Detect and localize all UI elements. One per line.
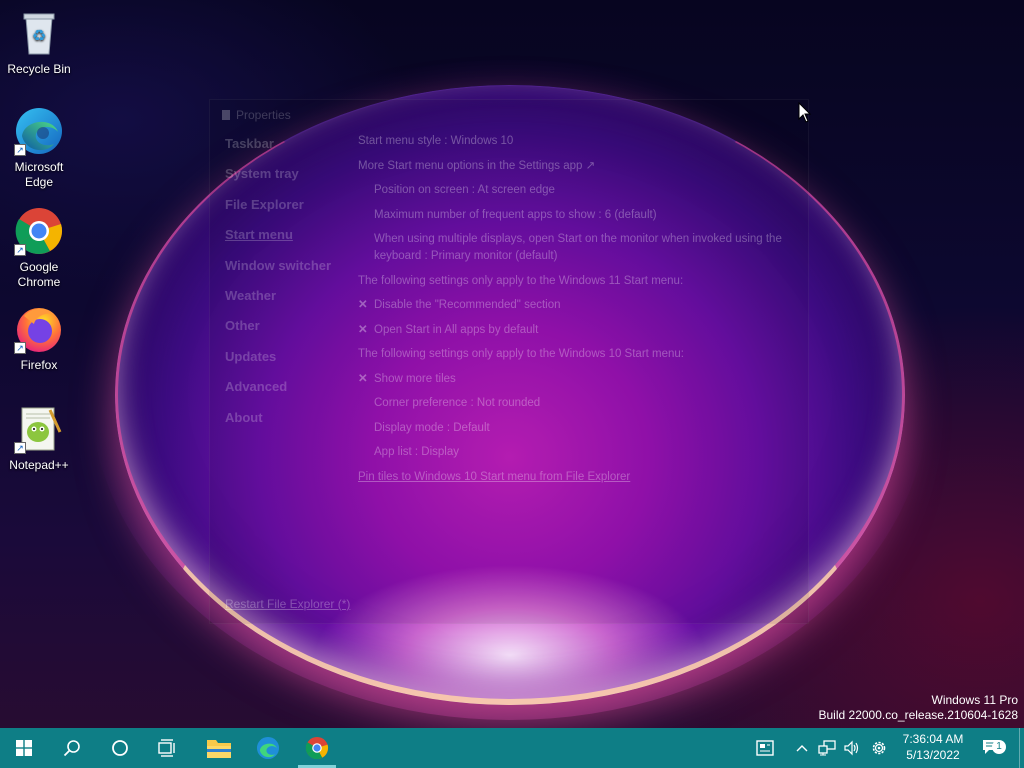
setting-start-menu-style[interactable]: Start menu style : Windows 10 — [358, 133, 798, 150]
desktop-icon-label: Notepad++ — [9, 458, 69, 472]
setting-corner-preference[interactable]: Corner preference : Not rounded — [358, 395, 798, 412]
edge-icon — [256, 736, 280, 760]
desktop-icon-label: Firefox — [20, 358, 58, 372]
nav-item-taskbar[interactable]: Taskbar — [225, 136, 345, 166]
desktop-icon-label: Microsoft Edge — [14, 160, 64, 189]
watermark-build: Build 22000.co_release.210604-1628 — [818, 708, 1019, 722]
desktop-icon-google-chrome[interactable]: ↗ Google Chrome — [0, 206, 78, 290]
desktop-icon-recycle-bin[interactable]: ♻ Recycle Bin — [0, 8, 78, 77]
nav-item-window-switcher[interactable]: Window switcher — [225, 258, 345, 288]
nav-item-weather[interactable]: Weather — [225, 288, 345, 318]
win10-section-header: The following settings only apply to the… — [358, 348, 685, 360]
task-view-icon — [158, 739, 175, 757]
speaker-icon — [844, 740, 859, 756]
setting-position[interactable]: Position on screen : At screen edge — [358, 182, 798, 199]
setting-disable-recommended[interactable]: ✕ Disable the "Recommended" section — [358, 297, 798, 314]
mouse-cursor-icon — [798, 102, 812, 123]
desktop-icon-label: Google Chrome — [17, 260, 61, 289]
chrome-icon: ↗ — [14, 206, 64, 256]
folder-icon — [207, 740, 231, 758]
properties-nav: Taskbar System tray File Explorer Start … — [225, 136, 345, 440]
setting-max-frequent[interactable]: Maximum number of frequent apps to show … — [358, 207, 798, 224]
nav-item-updates[interactable]: Updates — [225, 349, 345, 379]
nav-item-file-explorer[interactable]: File Explorer — [225, 197, 345, 227]
chrome-icon — [305, 736, 329, 760]
clock[interactable]: 7:36:04 AM 5/13/2022 — [900, 731, 966, 763]
nav-item-advanced[interactable]: Advanced — [225, 379, 345, 409]
setting-open-all-apps[interactable]: ✕ Open Start in All apps by default — [358, 322, 798, 339]
taskbar-edge[interactable] — [245, 728, 291, 768]
close-icon: ✕ — [358, 372, 368, 385]
window-app-icon — [222, 110, 230, 120]
shortcut-arrow-icon: ↗ — [14, 144, 26, 156]
setting-show-more-tiles[interactable]: ✕ Show more tiles — [358, 371, 798, 388]
desktop-icon-label: Recycle Bin — [7, 62, 71, 76]
task-view-button[interactable] — [145, 728, 191, 768]
restart-explorer-link[interactable]: Restart File Explorer (*) — [225, 597, 350, 611]
windows-logo-icon — [16, 740, 32, 756]
network-button[interactable] — [814, 728, 840, 768]
taskbar: 7:36:04 AM 5/13/2022 1 — [0, 728, 1024, 768]
settings-content: Start menu style : Windows 10 More Start… — [358, 133, 798, 493]
nav-item-start-menu[interactable]: Start menu — [225, 227, 345, 257]
taskbar-file-explorer[interactable] — [196, 728, 242, 768]
watermark-edition: Windows 11 Pro — [931, 693, 1018, 707]
news-widget-button[interactable] — [742, 728, 788, 768]
win11-section-header: The following settings only apply to the… — [358, 274, 684, 287]
cortana-button[interactable] — [97, 728, 143, 768]
setting-display-mode[interactable]: Display mode : Default — [358, 420, 798, 437]
close-icon: ✕ — [358, 323, 368, 336]
show-hidden-icons-button[interactable] — [790, 728, 814, 768]
search-button[interactable] — [49, 728, 95, 768]
chevron-up-icon — [796, 745, 808, 752]
news-icon — [756, 740, 774, 756]
clock-time: 7:36:04 AM — [902, 732, 964, 746]
notification-count-badge: 1 — [992, 740, 1006, 754]
setting-multi-display[interactable]: When using multiple displays, open Start… — [358, 231, 798, 265]
settings-button[interactable] — [866, 728, 892, 768]
nav-item-system-tray[interactable]: System tray — [225, 166, 345, 196]
action-center-button[interactable]: 1 — [972, 728, 1014, 768]
volume-button[interactable] — [840, 728, 864, 768]
edge-icon: ↗ — [14, 106, 64, 156]
search-icon — [63, 740, 80, 757]
shortcut-arrow-icon: ↗ — [14, 244, 26, 256]
desktop-icon-notepad-plus-plus[interactable]: ↗ Notepad++ — [0, 404, 78, 473]
notepad-plus-plus-icon: ↗ — [14, 404, 64, 454]
network-icon — [818, 740, 836, 756]
clock-date: 5/13/2022 — [906, 748, 960, 762]
desktop-icon-microsoft-edge[interactable]: ↗ Microsoft Edge — [0, 106, 78, 190]
svg-text:♻: ♻ — [32, 26, 46, 45]
show-desktop-button[interactable] — [1019, 728, 1020, 768]
pin-tiles-link[interactable]: Pin tiles to Windows 10 Start menu from … — [358, 469, 798, 486]
nav-item-about[interactable]: About — [225, 410, 345, 440]
firefox-icon: ↗ — [14, 304, 64, 354]
recycle-bin-icon: ♻ — [14, 8, 64, 58]
nav-item-other[interactable]: Other — [225, 318, 345, 348]
properties-window[interactable]: Properties Taskbar System tray File Expl… — [209, 99, 809, 624]
taskbar-chrome[interactable] — [294, 728, 340, 768]
cortana-icon — [112, 740, 128, 756]
gear-icon — [872, 741, 886, 755]
desktop-icon-firefox[interactable]: ↗ Firefox — [0, 304, 78, 373]
close-icon: ✕ — [358, 299, 368, 311]
setting-more-options-link[interactable]: More Start menu options in the Settings … — [358, 158, 798, 175]
windows-build-watermark: Windows 11 Pro Build 22000.co_release.21… — [819, 693, 1019, 723]
shortcut-arrow-icon: ↗ — [14, 442, 26, 454]
shortcut-arrow-icon: ↗ — [14, 342, 26, 354]
window-title: Properties — [222, 108, 291, 122]
start-button[interactable] — [1, 728, 47, 768]
setting-app-list[interactable]: App list : Display — [358, 444, 798, 461]
